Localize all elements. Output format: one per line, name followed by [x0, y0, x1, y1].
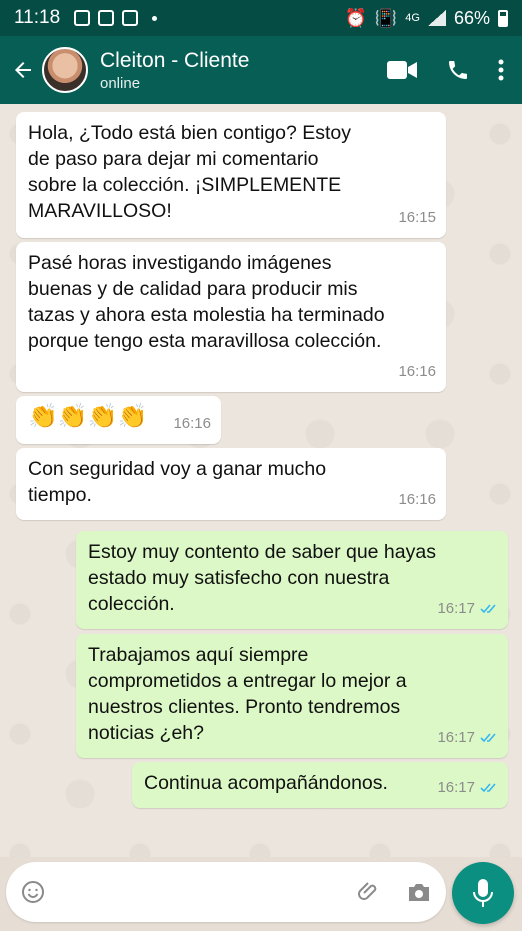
signal-icon: [427, 10, 446, 26]
outgoing-message[interactable]: Continua acompañándonos. 16:17: [132, 762, 508, 808]
vibrate-icon: 📳: [374, 7, 398, 28]
clock: 11:18: [14, 7, 61, 28]
more-notifications-dot: [152, 15, 158, 21]
incoming-message[interactable]: Hola, ¿Todo está bien contigo? Estoy de …: [16, 112, 446, 238]
network-type: 4G: [405, 11, 420, 24]
outgoing-message[interactable]: Trabajamos aquí siempre comprometidos a …: [76, 634, 508, 758]
status-bar: 11:18 ⏰ 📳 4G 66%: [0, 0, 522, 36]
read-ticks-icon: [480, 783, 496, 793]
incoming-message[interactable]: 👏👏👏👏 16:16: [16, 396, 221, 444]
contact-info[interactable]: Cleiton - Cliente online: [100, 49, 249, 92]
message-text: Pasé horas investigando imágenes buenas …: [28, 252, 385, 352]
message-time: 16:17: [437, 600, 475, 617]
read-ticks-icon: [480, 733, 496, 743]
more-options-icon[interactable]: [498, 58, 504, 82]
message-time: 16:17: [437, 729, 475, 746]
outgoing-message[interactable]: Estoy muy contento de saber que hayas es…: [76, 531, 508, 629]
battery-percentage: 66%: [453, 7, 490, 28]
message-text: Trabajamos aquí siempre comprometidos a …: [88, 644, 407, 744]
chat-area[interactable]: Hola, ¿Todo está bien contigo? Estoy de …: [0, 104, 522, 857]
mic-icon: [473, 879, 493, 907]
message-text: Con seguridad voy a ganar mucho tiempo.: [28, 458, 327, 506]
incoming-message[interactable]: Con seguridad voy a ganar mucho tiempo. …: [16, 448, 446, 520]
gallery-notification-icon: [122, 10, 139, 26]
battery-icon: [498, 9, 508, 27]
video-call-icon[interactable]: [386, 59, 418, 81]
message-text: Hola, ¿Todo está bien contigo? Estoy de …: [28, 122, 352, 222]
message-time: 16:15: [398, 209, 436, 226]
contact-status: online: [100, 74, 141, 92]
read-ticks-icon: [480, 604, 496, 614]
notification-icon: [98, 10, 115, 26]
emoji-icon[interactable]: [20, 879, 46, 905]
message-input[interactable]: [58, 881, 350, 903]
contact-name: Cleiton - Cliente: [100, 48, 250, 72]
notification-icon: [74, 10, 91, 26]
incoming-message[interactable]: Pasé horas investigando imágenes buenas …: [16, 242, 446, 392]
alarm-icon: ⏰: [344, 7, 367, 28]
back-arrow-icon[interactable]: [4, 58, 42, 82]
message-time: 16:16: [398, 491, 436, 508]
attach-icon[interactable]: [356, 879, 382, 905]
message-time: 16:16: [173, 415, 211, 432]
chat-header: Cleiton - Cliente online: [0, 36, 522, 104]
message-composer: [6, 862, 446, 922]
phone-icon[interactable]: [446, 58, 470, 82]
message-time: 16:16: [398, 363, 436, 380]
avatar[interactable]: [42, 47, 88, 93]
message-time: 16:17: [437, 779, 475, 796]
mic-button[interactable]: [452, 862, 514, 924]
camera-icon[interactable]: [406, 879, 432, 905]
message-text: Estoy muy contento de saber que hayas es…: [88, 541, 436, 615]
